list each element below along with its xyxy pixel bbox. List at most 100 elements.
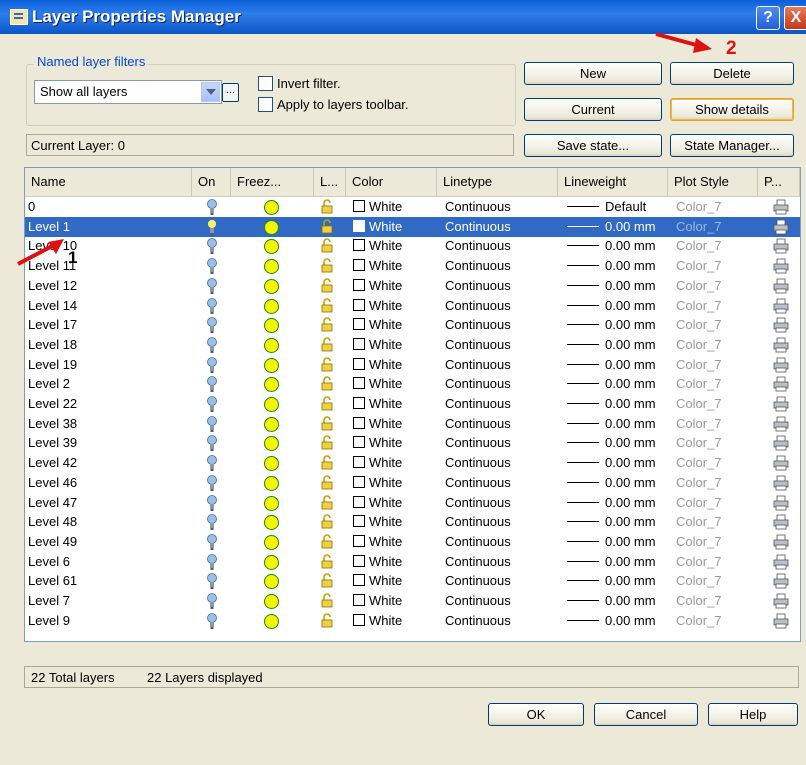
layer-name[interactable]: Level 42: [28, 455, 77, 470]
layer-color[interactable]: White: [353, 376, 402, 391]
layer-lineweight[interactable]: 0.00 mm: [605, 554, 656, 569]
show-details-button[interactable]: Show details: [670, 98, 794, 121]
layer-row[interactable]: Level 48 White Continuous 0.00 mm Color_7: [25, 512, 800, 532]
ok-button[interactable]: OK: [488, 703, 584, 726]
padlock-icon[interactable]: [321, 612, 335, 628]
layer-lineweight[interactable]: 0.00 mm: [605, 219, 656, 234]
layer-color[interactable]: White: [353, 593, 402, 608]
lightbulb-icon[interactable]: [207, 356, 217, 373]
lightbulb-icon[interactable]: [207, 612, 217, 629]
layer-linetype[interactable]: Continuous: [445, 199, 511, 214]
printer-icon[interactable]: [773, 337, 789, 353]
padlock-icon[interactable]: [321, 297, 335, 313]
padlock-icon[interactable]: [321, 475, 335, 490]
layer-linetype[interactable]: Continuous: [445, 554, 511, 569]
padlock-icon[interactable]: [321, 455, 335, 470]
layer-color[interactable]: White: [353, 238, 402, 253]
lightbulb-icon[interactable]: [207, 435, 217, 452]
invert-filter-checkbox[interactable]: [258, 76, 273, 91]
padlock-icon[interactable]: [321, 573, 335, 588]
layer-name[interactable]: Level 7: [28, 593, 70, 608]
lightbulb-icon[interactable]: [207, 455, 217, 472]
sun-icon[interactable]: [264, 337, 279, 353]
delete-layer-button[interactable]: Delete: [670, 62, 794, 85]
layer-name[interactable]: Level 61: [28, 573, 77, 588]
layer-color[interactable]: White: [353, 278, 402, 293]
layer-lineweight[interactable]: 0.00 mm: [605, 416, 656, 431]
layer-name[interactable]: Level 38: [28, 416, 77, 431]
layer-row[interactable]: Level 39 White Continuous 0.00 mm Color_7: [25, 433, 800, 453]
printer-icon[interactable]: [773, 357, 789, 373]
printer-icon[interactable]: [773, 534, 789, 550]
layer-name[interactable]: Level 19: [28, 357, 77, 372]
column-header-lineweight[interactable]: Lineweight: [558, 168, 668, 196]
lightbulb-icon[interactable]: [207, 415, 217, 432]
layer-linetype[interactable]: Continuous: [445, 337, 511, 352]
titlebar-help-button[interactable]: ?: [756, 6, 780, 30]
printer-icon[interactable]: [773, 435, 789, 451]
layer-linetype[interactable]: Continuous: [445, 435, 511, 450]
printer-icon[interactable]: [773, 396, 789, 412]
layer-lineweight[interactable]: 0.00 mm: [605, 495, 656, 510]
padlock-icon[interactable]: [321, 238, 335, 253]
padlock-icon[interactable]: [321, 593, 335, 608]
layer-list[interactable]: Name On Freez... L... Color Linetype Lineweigh…: [24, 167, 801, 642]
layer-linetype[interactable]: Continuous: [445, 495, 511, 510]
sun-icon[interactable]: [264, 613, 279, 629]
layer-name[interactable]: Level 46: [28, 475, 77, 490]
lightbulb-icon[interactable]: [207, 218, 217, 235]
layer-color[interactable]: White: [353, 495, 402, 510]
printer-icon[interactable]: [773, 475, 789, 491]
layer-linetype[interactable]: Continuous: [445, 376, 511, 391]
lightbulb-icon[interactable]: [207, 553, 217, 570]
sun-icon[interactable]: [264, 239, 279, 255]
sun-icon[interactable]: [264, 554, 279, 570]
state-manager-button[interactable]: State Manager...: [670, 134, 794, 157]
layer-name[interactable]: Level 17: [28, 317, 77, 332]
padlock-icon[interactable]: [321, 218, 335, 234]
layer-name[interactable]: Level 39: [28, 435, 77, 450]
layer-row[interactable]: Level 38 White Continuous 0.00 mm Color_7: [25, 414, 800, 434]
layer-lineweight[interactable]: 0.00 mm: [605, 298, 656, 313]
layer-row[interactable]: Level 22 White Continuous 0.00 mm Color_7: [25, 394, 800, 414]
padlock-icon[interactable]: [321, 278, 335, 293]
sun-icon[interactable]: [264, 318, 279, 334]
layer-lineweight[interactable]: 0.00 mm: [605, 258, 656, 273]
printer-icon[interactable]: [773, 455, 789, 471]
sun-icon[interactable]: [264, 357, 279, 373]
layer-lineweight[interactable]: 0.00 mm: [605, 613, 656, 628]
padlock-icon[interactable]: [321, 199, 335, 214]
layer-name[interactable]: Level 1: [28, 219, 70, 234]
layer-color[interactable]: White: [353, 435, 402, 450]
layer-row[interactable]: Level 14 White Continuous 0.00 mm Color_7: [25, 296, 800, 316]
layer-lineweight[interactable]: 0.00 mm: [605, 337, 656, 352]
printer-icon[interactable]: [773, 278, 789, 294]
padlock-icon[interactable]: [321, 396, 335, 411]
lightbulb-icon[interactable]: [207, 514, 217, 531]
layer-linetype[interactable]: Continuous: [445, 573, 511, 588]
layer-color[interactable]: White: [353, 317, 402, 332]
sun-icon[interactable]: [264, 534, 279, 550]
layer-name[interactable]: Level 12: [28, 278, 77, 293]
layer-linetype[interactable]: Continuous: [445, 238, 511, 253]
layer-color[interactable]: White: [353, 573, 402, 588]
sun-icon[interactable]: [264, 397, 279, 412]
sun-icon[interactable]: [264, 515, 279, 531]
layer-name[interactable]: Level 6: [28, 554, 70, 569]
lightbulb-icon[interactable]: [207, 277, 217, 294]
layer-color[interactable]: White: [353, 357, 402, 372]
layer-linetype[interactable]: Continuous: [445, 475, 511, 490]
printer-icon[interactable]: [773, 593, 789, 609]
apply-to-toolbar-checkbox[interactable]: [258, 97, 273, 112]
layer-linetype[interactable]: Continuous: [445, 455, 511, 470]
column-header-name[interactable]: Name: [25, 168, 192, 196]
lightbulb-icon[interactable]: [207, 258, 217, 275]
layer-name[interactable]: Level 47: [28, 495, 77, 510]
column-header-plot-style[interactable]: Plot Style: [668, 168, 758, 196]
sun-icon[interactable]: [264, 475, 279, 491]
layer-row[interactable]: Level 10 White Continuous 0.00 mm Color_7: [25, 236, 800, 256]
chevron-down-icon[interactable]: [201, 82, 220, 102]
layer-lineweight[interactable]: 0.00 mm: [605, 455, 656, 470]
layer-color[interactable]: White: [353, 514, 402, 529]
lightbulb-icon[interactable]: [207, 474, 217, 491]
